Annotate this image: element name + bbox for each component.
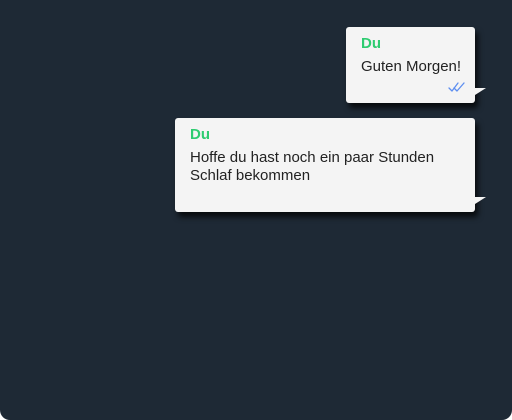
bubble-tail [475,197,486,204]
message-text: Hoffe du hast noch ein paar Stunden Schl… [190,149,435,184]
bubble-tail [475,88,486,95]
message-bubble[interactable]: Du Hoffe du hast noch ein paar Stunden S… [175,118,486,212]
message-sender: Du [361,35,381,52]
message-sender: Du [190,126,210,143]
message-text: Guten Morgen! [361,58,462,75]
message-bubble[interactable]: Du Guten Morgen! [346,27,486,103]
double-check-icon [448,82,465,92]
chat-pane: Du Guten Morgen! Du Hoffe du hast noch e… [0,0,512,420]
